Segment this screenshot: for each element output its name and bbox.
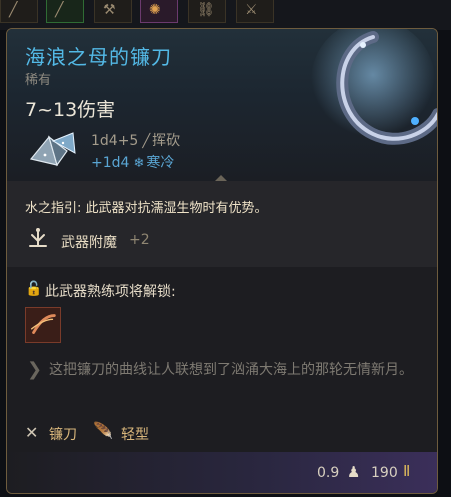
staff-icon: ╱ — [9, 2, 18, 18]
dice-icon — [29, 132, 76, 167]
inventory-slot[interactable]: ⚔ — [236, 0, 274, 23]
sword-icon: ⚔ — [245, 2, 258, 18]
tooltip-header: 海浪之母的镰刀 稀有 7~13伤害 1d4+5 ╱ 挥砍 +1d4 ❄ 寒冷 — [7, 29, 437, 181]
tag-sickle[interactable]: 镰刀 — [49, 424, 77, 444]
item-rarity: 稀有 — [25, 73, 52, 88]
inventory-slot[interactable]: ⛓ — [188, 0, 226, 23]
staff-icon: ╱ — [55, 2, 64, 18]
physical-damage-type: 挥砍 — [152, 133, 181, 149]
sickle-item-icon — [311, 29, 437, 145]
proficiency-action-icon[interactable] — [25, 307, 61, 343]
ability-section: 水之指引: 此武器对抗濡湿生物时有优势。 武器附魔 +2 — [7, 181, 437, 267]
ability-text: 水之指引: 此武器对抗濡湿生物时有优势。 — [25, 201, 268, 216]
dagger-slash-icon: ╱ — [142, 134, 151, 149]
damage-range: 7~13伤害 — [25, 99, 116, 121]
enchant-label: 武器附魔 — [61, 235, 117, 251]
cold-damage: +1d4 ❄ 寒冷 — [91, 152, 174, 172]
physical-damage-dice: 1d4+5 — [91, 133, 139, 149]
tooltip-footer: 0.9 ♟ 190 Ⅱ — [7, 452, 437, 493]
gold-coin-icon: Ⅱ — [403, 462, 411, 480]
inventory-slot[interactable]: ╱ — [46, 0, 84, 23]
cold-damage-dice: +1d4 — [91, 155, 130, 171]
enchant-value: +2 — [129, 232, 150, 248]
hammer-icon: ⚒ — [103, 2, 116, 18]
lock-icon: 🔓 — [25, 281, 43, 297]
lore-text: 这把镰刀的曲线让人联想到了汹涌大海上的那轮无情新月。 — [49, 362, 413, 378]
inventory-slot[interactable]: ⚒ — [94, 0, 132, 23]
enchant-hand-icon — [29, 228, 47, 247]
item-tooltip: 海浪之母的镰刀 稀有 7~13伤害 1d4+5 ╱ 挥砍 +1d4 ❄ 寒冷 水之指引:… — [6, 28, 438, 494]
slash-action-icon — [30, 314, 56, 334]
inventory-slot[interactable]: ✺ — [140, 0, 178, 23]
crossed-sickle-icon: ✕ — [25, 423, 39, 442]
cold-damage-type: 寒冷 — [146, 155, 175, 171]
feather-icon: 🪶 — [93, 421, 113, 440]
amulet-icon: ✺ — [149, 2, 161, 18]
physical-damage: 1d4+5 ╱ 挥砍 — [91, 130, 180, 150]
quote-icon: ❯ — [27, 359, 43, 380]
proficiency-label: 此武器熟练项将解锁: — [45, 284, 176, 300]
chain-icon: ⛓ — [197, 2, 215, 18]
inventory-strip: ╱ ╱ ⚒ ✺ ⛓ ⚔ — [0, 0, 451, 30]
proficiency-section: 🔓 此武器熟练项将解锁: ❯ 这把镰刀的曲线让人联想到了汹涌大海上的那轮无情新月… — [7, 267, 437, 452]
weight-icon: ♟ — [347, 463, 361, 481]
item-price: 190 — [371, 465, 398, 481]
inventory-slot[interactable]: ╱ — [0, 0, 38, 23]
item-name: 海浪之母的镰刀 — [25, 45, 172, 69]
snowflake-icon: ❄ — [133, 156, 145, 171]
tag-light[interactable]: 轻型 — [121, 424, 149, 444]
item-weight: 0.9 — [317, 465, 340, 481]
